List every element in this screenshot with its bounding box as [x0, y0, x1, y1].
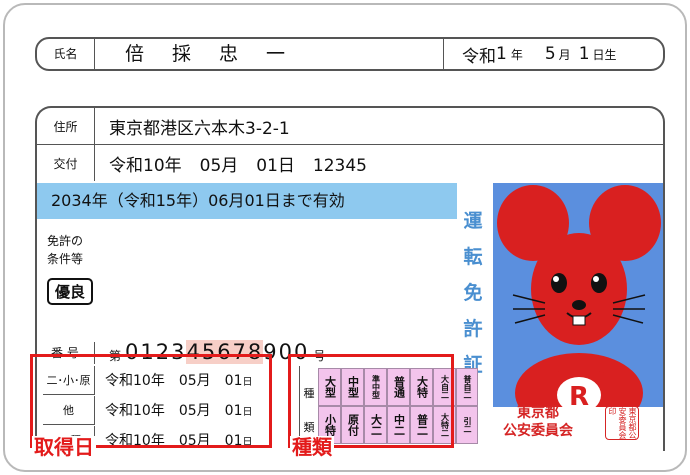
birth-month-unit: 月	[558, 47, 571, 62]
conditions-label-line1: 免許の	[47, 234, 84, 248]
birth-day-unit: 日生	[592, 47, 617, 62]
issue-value: 令和10年 05月 01日 12345	[95, 151, 385, 176]
birth-era: 令和	[462, 46, 496, 67]
type-cell: 普自二	[456, 368, 478, 406]
address-row: 住所 東京都港区六本木3-2-1	[37, 108, 663, 145]
issue-label: 交付	[37, 145, 95, 181]
title-char: 免	[463, 282, 483, 304]
types-annotation: 種類	[290, 435, 334, 459]
excellent-badge: 優良	[47, 278, 94, 305]
types-grid-last-col: 普自二 引二	[456, 368, 478, 444]
official-seal-icon: 東京都公安委員会印	[605, 406, 639, 440]
mouse-mascot-icon: R	[493, 183, 663, 407]
issuer: 東京都 公安委員会	[503, 404, 573, 440]
acquisition-highlight-box	[30, 354, 272, 448]
name-row: 氏名 倍採忠一 令和 1 年 5 月 1 日生	[35, 37, 665, 71]
issue-year: 令和10年	[109, 155, 182, 176]
birth-month: 5	[544, 44, 556, 64]
issue-day: 01日	[256, 155, 295, 176]
conditions-label-line2: 条件等	[47, 252, 84, 266]
title-char: 転	[463, 246, 483, 268]
issue-month: 05月	[199, 155, 239, 176]
validity-banner: 2034年（令和15年）06月01日まで有効	[37, 183, 457, 219]
portrait-photo: R	[493, 183, 663, 407]
title-char: 運	[463, 210, 483, 232]
birthdate: 令和 1 年 5 月 1 日生	[443, 39, 663, 69]
name-value: 倍採忠一	[125, 43, 314, 65]
type-cell: 引二	[456, 406, 478, 444]
license-title-vertical: 運 転 免 許 証	[461, 203, 485, 383]
issue-number: 12345	[312, 155, 368, 176]
conditions-label: 免許の 条件等	[47, 232, 83, 268]
acquisition-annotation: 取得日	[32, 435, 96, 459]
address-label: 住所	[37, 108, 95, 144]
birth-year-unit: 年	[510, 47, 523, 62]
title-char: 許	[463, 318, 483, 340]
issuer-line2: 公安委員会	[503, 423, 573, 439]
issuer-line1: 東京都	[517, 405, 559, 421]
issue-row: 交付 令和10年 05月 01日 12345	[37, 145, 663, 181]
types-highlight-box	[288, 354, 454, 448]
birth-day: 1	[578, 44, 590, 64]
name-label: 氏名	[37, 39, 95, 69]
address-value: 東京都港区六本木3-2-1	[109, 118, 290, 139]
birth-year: 1	[496, 44, 507, 64]
